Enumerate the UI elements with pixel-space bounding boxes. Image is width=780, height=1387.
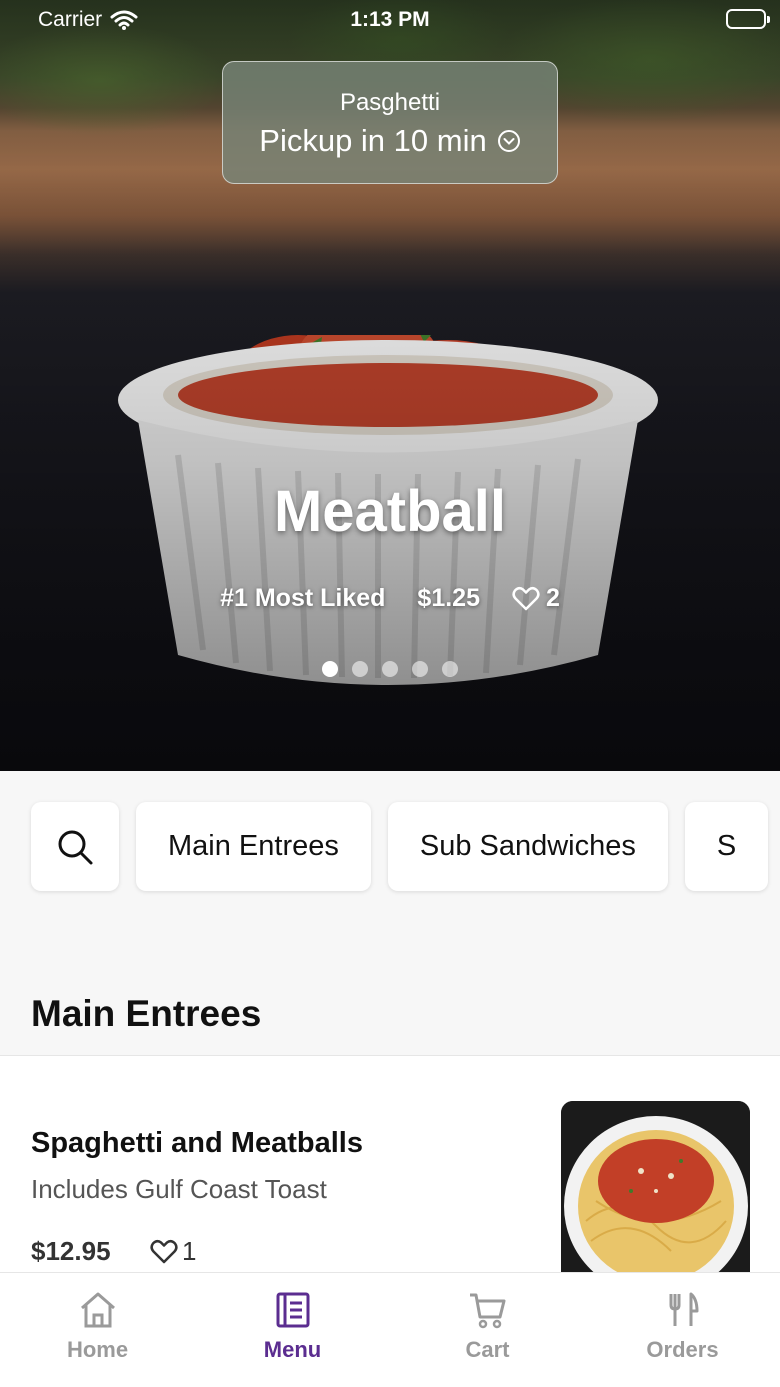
tab-orders[interactable]: Orders [585,1273,780,1387]
tab-bar: Home Menu Cart Orders [0,1272,780,1387]
tab-cart-label: Cart [465,1337,510,1362]
featured-price: $1.25 [417,584,480,612]
home-icon [80,1292,115,1328]
category-chips[interactable]: Main Entrees Sub Sandwiches S [31,802,769,891]
search-icon [58,830,93,864]
store-pickup-selector[interactable]: Pasghetti Pickup in 10 min [222,61,558,184]
menu-item-likes[interactable]: 1 [150,1236,196,1267]
status-bar: Carrier 1:13 PM [0,0,780,40]
tab-menu[interactable]: Menu [195,1273,390,1387]
chevron-down-circle-icon [497,130,520,152]
carousel-dot[interactable] [322,661,338,677]
tab-home-label: Home [66,1337,129,1362]
carousel-dot[interactable] [382,661,398,677]
carousel-dot[interactable] [352,661,368,677]
tab-cart[interactable]: Cart [390,1273,585,1387]
tab-home[interactable]: Home [0,1273,195,1387]
menu-item-description: Includes Gulf Coast Toast [31,1174,327,1204]
featured-likes[interactable]: 2 [512,584,560,613]
pickup-time: Pickup in 10 min [259,123,487,158]
heart-icon [512,586,540,610]
category-chip-next[interactable]: S [684,802,769,891]
spaghetti-thumbnail-image [561,1101,750,1272]
cart-icon [469,1293,505,1329]
carousel-dot[interactable] [442,661,458,677]
featured-likes-count: 2 [545,584,560,612]
category-chip-main-entrees[interactable]: Main Entrees [136,802,371,891]
store-name: Pasghetti [339,89,441,116]
featured-item-title: Meatball [273,479,507,544]
carousel-dot[interactable] [412,661,428,677]
featured-item-meta: #1 Most Liked $1.25 2 [0,584,780,613]
menu-icon [276,1292,309,1328]
pickup-row: Pickup in 10 min [223,123,557,159]
featured-rank: #1 Most Liked [220,584,386,612]
category-section: Main Entrees Sub Sandwiches S Main Entre… [0,771,780,1055]
category-chip-sub-sandwiches[interactable]: Sub Sandwiches [387,802,668,891]
clock: 1:13 PM [350,8,430,31]
menu-item-name: Spaghetti and Meatballs [31,1127,363,1159]
menu-item-price: $12.95 [31,1236,111,1266]
menu-item-list: Spaghetti and Meatballs Includes Gulf Co… [0,1055,780,1272]
heart-icon [150,1239,178,1263]
tab-menu-label: Menu [263,1337,322,1362]
menu-item-card[interactable]: Spaghetti and Meatballs Includes Gulf Co… [0,1056,780,1272]
carousel-dots[interactable] [0,661,780,677]
search-button[interactable] [31,802,119,891]
featured-hero[interactable]: Carrier 1:13 PM Pasghetti Pickup in 10 m… [0,0,780,771]
battery-icon [726,9,770,29]
section-title: Main Entrees [31,993,262,1034]
utensils-icon [669,1292,698,1326]
tab-orders-label: Orders [646,1337,719,1362]
menu-item-likes-count: 1 [182,1236,197,1266]
